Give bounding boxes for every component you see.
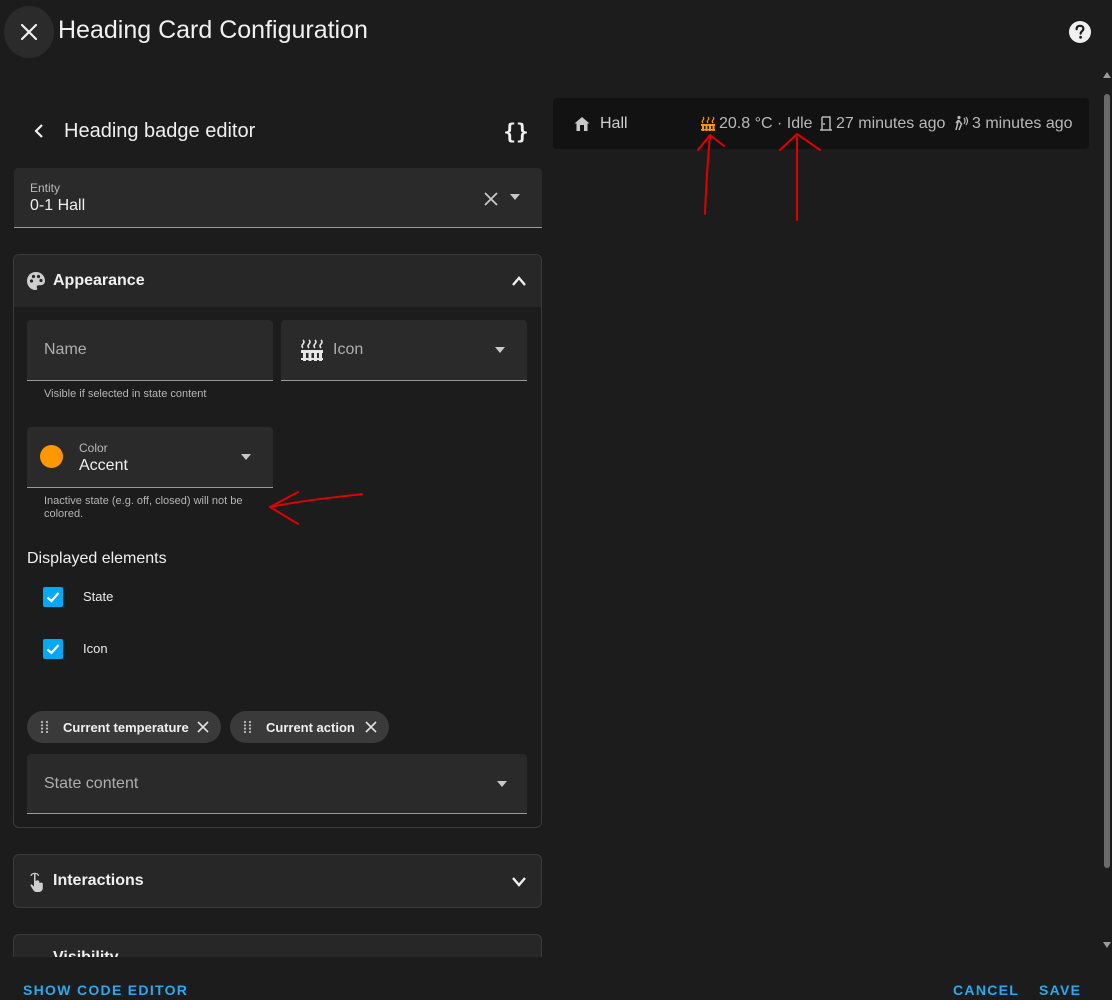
remove-icon[interactable] [196, 720, 210, 734]
preview-badge-climate[interactable]: 20.8 °C · Idle [719, 115, 813, 133]
drag-handle-icon[interactable] [38, 720, 52, 734]
interactions-section[interactable]: Interactions [13, 854, 542, 908]
color-value: Accent [79, 457, 128, 474]
dropdown-arrow-icon[interactable] [493, 345, 507, 355]
dropdown-arrow-icon[interactable] [508, 192, 522, 202]
home-icon [573, 115, 591, 133]
appearance-section: Appearance Name Visible if selected in s… [13, 254, 542, 828]
appearance-header[interactable]: Appearance [14, 255, 541, 307]
clear-icon[interactable] [482, 190, 500, 208]
displayed-elements-title: Displayed elements [27, 550, 167, 567]
door-icon [819, 116, 833, 132]
chip-label: Current action [266, 719, 355, 735]
remove-icon[interactable] [364, 720, 378, 734]
code-toggle-button[interactable]: {} [500, 116, 532, 148]
eye-icon [26, 951, 46, 957]
check-icon [45, 589, 61, 605]
preview-badge-motion[interactable]: 3 minutes ago [972, 115, 1073, 133]
cancel-button[interactable]: CANCEL [953, 982, 1019, 998]
state-content-placeholder: State content [44, 775, 139, 792]
dropdown-arrow-icon[interactable] [239, 452, 253, 462]
chip-label: Current temperature [63, 719, 189, 735]
icon-checkbox-label: Icon [83, 641, 108, 656]
chevron-down-icon[interactable] [509, 873, 529, 889]
name-placeholder: Name [44, 341, 87, 358]
entity-label: Entity [30, 181, 61, 195]
entity-value[interactable]: 0-1 Hall [30, 197, 85, 215]
icon-picker[interactable]: Icon [281, 320, 527, 381]
scrollbar-thumb[interactable] [1104, 94, 1110, 868]
chevron-up-icon[interactable] [509, 273, 529, 289]
color-select[interactable]: Color Accent [27, 427, 273, 488]
help-icon[interactable] [1066, 18, 1094, 46]
scroll-down-arrow-icon[interactable] [1103, 942, 1111, 948]
preview-heading-card: Hall 20.8 °C · Idle 27 minutes ago 3 min… [553, 98, 1089, 149]
name-helper-text: Visible if selected in state content [44, 388, 207, 400]
radiator-icon [700, 116, 716, 132]
state-content-chip[interactable]: Current temperature [27, 711, 221, 743]
appearance-title: Appearance [53, 272, 145, 289]
entity-picker[interactable]: Entity 0-1 Hall [14, 168, 542, 228]
preview-badge-door[interactable]: 27 minutes ago [836, 115, 945, 133]
scroll-up-arrow-icon[interactable] [1103, 72, 1111, 78]
color-swatch [40, 445, 63, 468]
icon-checkbox[interactable] [43, 639, 63, 659]
editor-title: Heading badge editor [64, 120, 256, 142]
motion-sensor-icon [953, 115, 969, 131]
dropdown-arrow-icon[interactable] [495, 779, 509, 789]
state-checkbox[interactable] [43, 587, 63, 607]
dialog-title: Heading Card Configuration [58, 16, 368, 44]
save-button[interactable]: SAVE [1039, 982, 1081, 998]
drag-handle-icon[interactable] [241, 720, 255, 734]
name-input[interactable]: Name [27, 320, 273, 381]
check-icon [45, 641, 61, 657]
interactions-title: Interactions [53, 872, 144, 889]
gesture-tap-icon [26, 871, 46, 892]
palette-icon [26, 271, 46, 291]
state-content-chip[interactable]: Current action [230, 711, 389, 743]
visibility-section[interactable]: Visibility [13, 934, 542, 957]
close-icon [19, 22, 39, 42]
close-button[interactable] [4, 6, 54, 58]
visibility-title: Visibility [53, 949, 119, 957]
show-code-editor-button[interactable]: SHOW CODE EDITOR [23, 982, 188, 998]
icon-field-label: Icon [333, 341, 364, 358]
preview-title: Hall [600, 115, 628, 132]
color-label: Color [79, 441, 108, 455]
color-helper-text: Inactive state (e.g. off, closed) will n… [44, 495, 243, 520]
state-content-select[interactable]: State content [27, 754, 527, 814]
radiator-icon [299, 338, 325, 362]
back-button[interactable] [28, 118, 50, 144]
state-checkbox-label: State [83, 589, 114, 604]
